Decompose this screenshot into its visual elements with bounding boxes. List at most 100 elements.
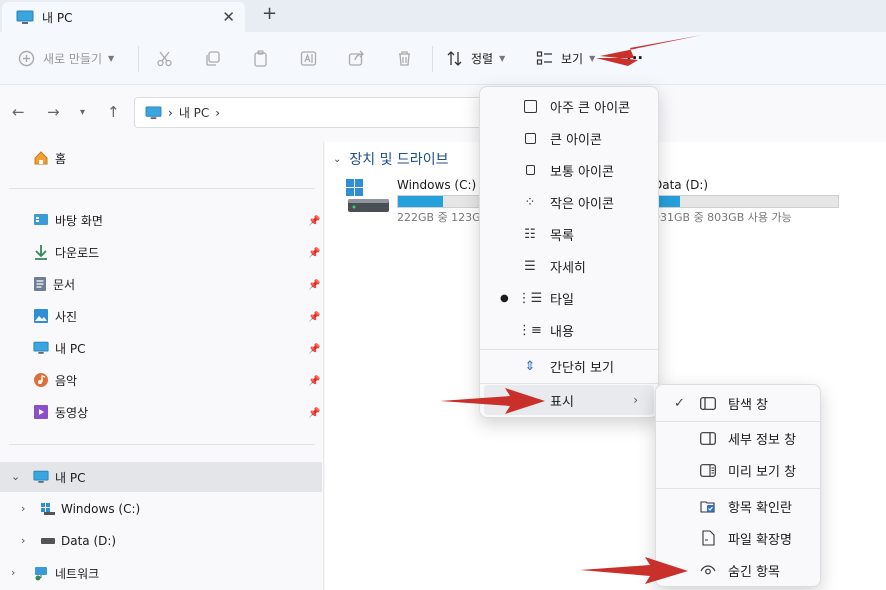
video-icon [34, 405, 48, 419]
menu-item-hidden-items[interactable]: 숨긴 항목 [660, 555, 816, 585]
sidebar-item-label: 홈 [55, 151, 67, 166]
menu-item-label: 내용 [550, 324, 574, 340]
drive-d-name[interactable]: Data (D:) [653, 178, 708, 192]
menu-item-details[interactable]: ☰ 자세히 [484, 251, 654, 281]
cut-button[interactable] [156, 32, 173, 84]
chevron-down-icon: ⌄ [333, 153, 342, 165]
breadcrumb-this-pc[interactable]: 내 PC [179, 104, 209, 121]
sort-button[interactable]: 정렬 ▼ [446, 32, 505, 84]
menu-item-file-extensions[interactable]: 파일 확장명 [660, 523, 816, 553]
group-title: 장치 및 드라이브 [349, 152, 449, 168]
pin-icon[interactable]: 📌 [308, 280, 320, 291]
menu-item-compact-view[interactable]: ⇕ 간단히 보기 [484, 351, 654, 381]
sidebar-item-music[interactable]: 음악 [33, 370, 77, 390]
pin-icon[interactable]: 📌 [308, 248, 320, 259]
tree-item-network[interactable]: 네트워크 [33, 563, 99, 583]
breadcrumb-separator[interactable]: › [215, 106, 220, 120]
sidebar-item-this-pc[interactable]: 내 PC [33, 338, 85, 358]
menu-item-extra-large-icons[interactable]: 아주 큰 아이콘 [484, 91, 654, 121]
copy-button[interactable] [204, 32, 221, 84]
paste-button[interactable] [252, 32, 269, 84]
menu-item-label: 숨긴 항목 [728, 564, 780, 580]
rename-icon [300, 50, 317, 66]
menu-item-item-checkboxes[interactable]: 항목 확인란 [660, 491, 816, 521]
menu-item-label: 파일 확장명 [728, 532, 792, 548]
menu-item-content[interactable]: ⋮≡ 내용 [484, 315, 654, 345]
menu-item-preview-pane[interactable]: 미리 보기 창 [660, 455, 816, 485]
menu-item-navigation-pane[interactable]: ✓ 탐색 창 [660, 388, 816, 418]
tab-this-pc[interactable]: 내 PC ✕ [2, 2, 245, 32]
delete-button[interactable] [396, 32, 413, 84]
more-button[interactable]: ··· [626, 32, 643, 84]
forward-arrow-icon[interactable]: → [47, 103, 60, 121]
drive-c-name[interactable]: Windows (C:) [397, 178, 476, 192]
menu-item-label: 보통 아이콘 [550, 164, 614, 180]
compact-view-icon: ⇕ [524, 358, 536, 374]
selected-bullet-icon: ● [500, 292, 509, 304]
menu-item-details-pane[interactable]: 세부 정보 창 [660, 423, 816, 453]
view-button-label: 보기 [561, 51, 584, 66]
file-extension-icon [700, 530, 716, 546]
pin-icon[interactable]: 📌 [308, 376, 320, 387]
menu-item-list[interactable]: ☷ 목록 [484, 219, 654, 249]
large-icons-icon [522, 130, 538, 146]
address-bar[interactable]: › 내 PC › [134, 97, 494, 128]
document-icon [34, 277, 46, 291]
sidebar-item-label: 바탕 화면 [55, 213, 103, 228]
windows-drive-large-icon[interactable] [345, 178, 391, 216]
navigation-pane: 홈 바탕 화면 📌 다운로드 📌 문서 📌 사진 📌 내 PC 📌 음악 📌 동… [0, 142, 324, 590]
back-arrow-icon[interactable]: ← [12, 103, 25, 121]
menu-item-show[interactable]: 표시 › [484, 385, 654, 415]
sidebar-item-videos[interactable]: 동영상 [33, 402, 88, 422]
new-button[interactable]: 새로 만들기 ▼ [18, 32, 114, 84]
tree-item-drive-c[interactable]: Windows (C:) [41, 499, 140, 519]
sidebar-item-desktop[interactable]: 바탕 화면 [33, 210, 103, 230]
menu-divider [656, 421, 820, 422]
tree-item-this-pc[interactable]: 내 PC [33, 467, 85, 487]
tree-item-label: Data (D:) [61, 534, 117, 548]
chevron-right-icon[interactable]: › [11, 566, 15, 579]
sidebar-item-home[interactable]: 홈 [33, 148, 66, 168]
sidebar-item-label: 다운로드 [55, 245, 100, 260]
pin-icon[interactable]: 📌 [308, 216, 320, 227]
toolbar-divider [138, 46, 139, 72]
tree-item-drive-d[interactable]: Data (D:) [41, 531, 116, 551]
sidebar-item-documents[interactable]: 문서 [33, 274, 75, 294]
menu-item-medium-icons[interactable]: 보통 아이콘 [484, 155, 654, 185]
pin-icon[interactable]: 📌 [308, 344, 320, 355]
chevron-right-icon[interactable]: › [21, 502, 25, 515]
drive-d-info: 931GB 중 803GB 사용 가능 [653, 211, 792, 224]
pin-icon[interactable]: 📌 [308, 312, 320, 323]
recent-chevron-icon[interactable]: ▾ [80, 107, 85, 118]
tab-bar: 내 PC ✕ + [0, 0, 886, 32]
rename-button[interactable] [300, 32, 317, 84]
toolbar-divider [432, 46, 433, 72]
menu-divider [480, 383, 658, 384]
menu-item-tiles[interactable]: ● ⋮☰ 타일 [484, 283, 654, 313]
group-header-devices[interactable]: ⌄ 장치 및 드라이브 [333, 149, 448, 169]
chevron-right-icon[interactable]: › [21, 534, 25, 547]
pc-icon [145, 105, 162, 119]
trash-icon [399, 50, 410, 66]
pc-icon [16, 10, 34, 24]
close-tab-icon[interactable]: ✕ [222, 8, 235, 26]
details-pane-icon [700, 430, 716, 446]
menu-item-label: 아주 큰 아이콘 [550, 100, 631, 116]
new-tab-button[interactable]: + [262, 3, 277, 24]
network-icon [35, 567, 47, 581]
checkmark-icon: ✓ [674, 395, 685, 411]
sort-icon [447, 50, 462, 66]
home-icon [34, 151, 48, 165]
up-arrow-icon[interactable]: ↑ [107, 103, 120, 121]
menu-item-large-icons[interactable]: 큰 아이콘 [484, 123, 654, 153]
share-button[interactable] [348, 32, 365, 84]
pin-icon[interactable]: 📌 [308, 408, 320, 419]
sidebar-item-downloads[interactable]: 다운로드 [33, 242, 99, 262]
sidebar-item-pictures[interactable]: 사진 [33, 306, 77, 326]
menu-item-small-icons[interactable]: ⁘ 작은 아이콘 [484, 187, 654, 217]
view-button[interactable]: 보기 ▼ [536, 32, 595, 84]
desktop-icon [34, 214, 48, 225]
download-icon [35, 245, 47, 260]
menu-item-label: 탐색 창 [728, 397, 769, 413]
chevron-down-icon[interactable]: ⌄ [11, 470, 20, 483]
